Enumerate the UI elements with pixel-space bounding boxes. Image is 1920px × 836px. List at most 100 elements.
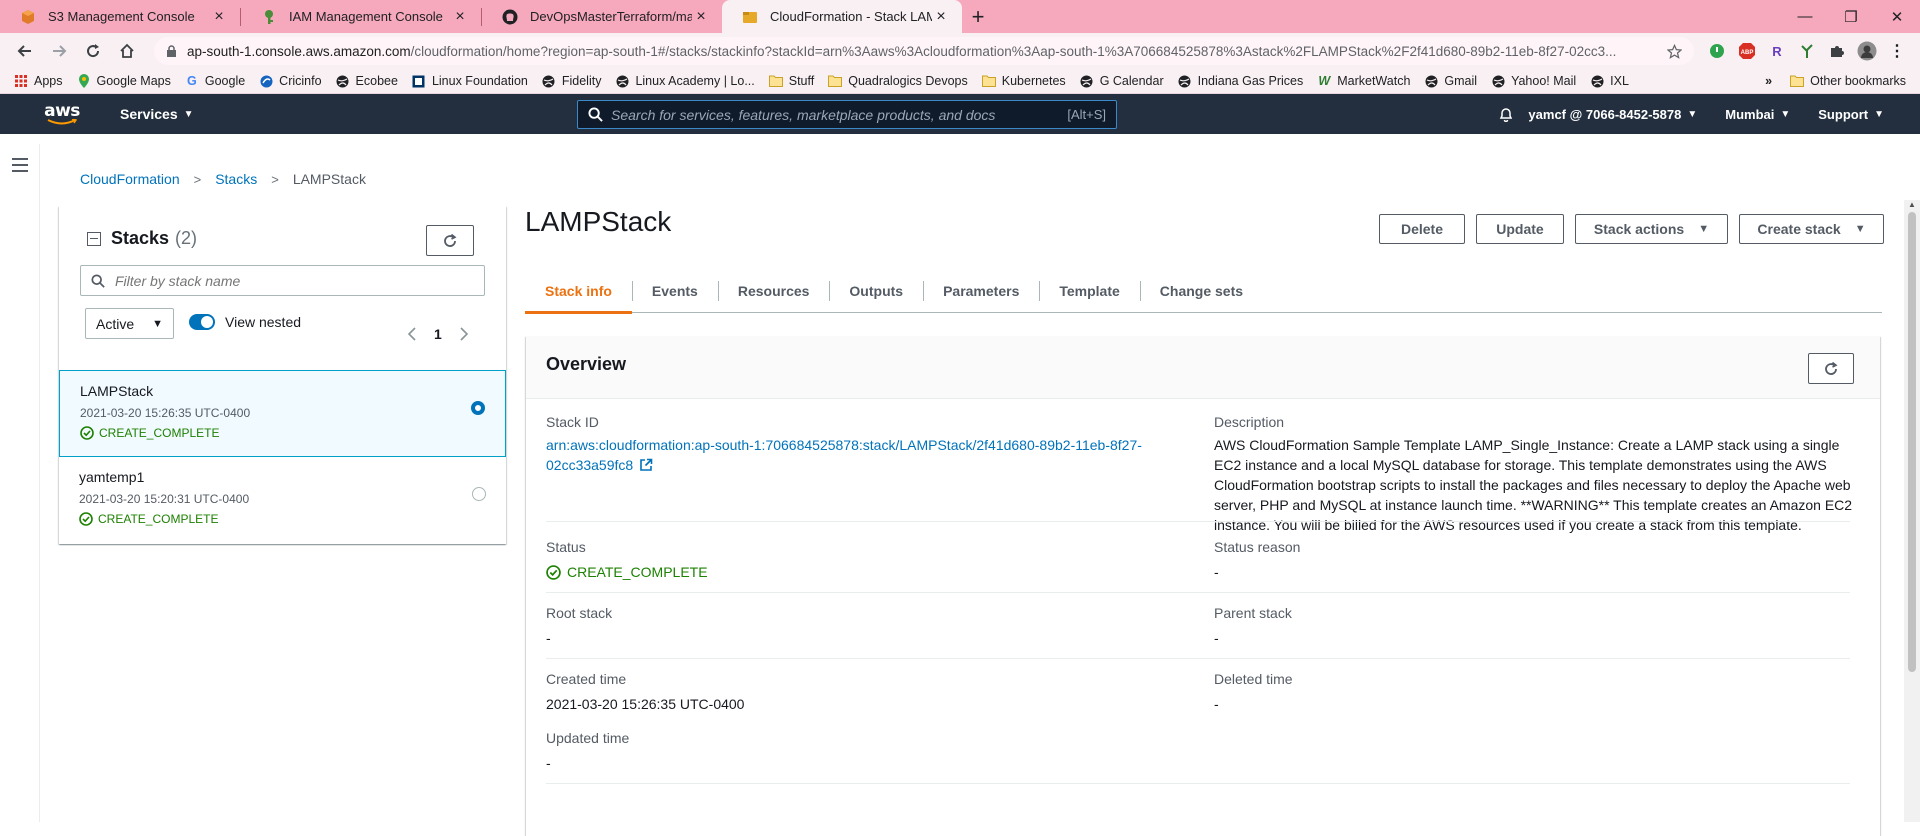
bookmark-marketwatch[interactable]: W MarketWatch (1317, 74, 1410, 88)
breadcrumb-stacks[interactable]: Stacks (215, 171, 257, 187)
close-icon[interactable]: × (451, 8, 469, 26)
forward-icon[interactable] (44, 36, 74, 66)
stack-id-link[interactable]: arn:aws:cloudformation:ap-south-1:706684… (546, 435, 1186, 475)
bookmark-star-icon[interactable] (1667, 43, 1682, 59)
restore-icon[interactable]: ❐ (1828, 0, 1874, 33)
close-icon[interactable]: × (932, 8, 950, 26)
notifications-bell-icon[interactable] (1498, 106, 1514, 122)
caret-down-icon: ▼ (1687, 108, 1698, 120)
account-menu[interactable]: yamcf @ 7066-8452-5878 ▼ (1528, 107, 1697, 122)
other-bookmarks-folder[interactable]: Other bookmarks (1790, 74, 1906, 88)
view-nested-toggle[interactable]: View nested (189, 314, 301, 330)
stack-status: CREATE_COMPLETE (79, 512, 506, 526)
stack-radio-selected[interactable] (471, 401, 485, 415)
bookmark-indiana-gas[interactable]: Indiana Gas Prices (1178, 74, 1303, 88)
adblock-plus-icon[interactable]: ABP (1732, 37, 1762, 65)
close-icon[interactable]: × (210, 8, 228, 26)
support-menu[interactable]: Support ▼ (1818, 107, 1884, 122)
address-bar[interactable]: ap-south-1.console.aws.amazon.com/cloudf… (154, 37, 1694, 65)
stacks-refresh-button[interactable] (426, 225, 474, 256)
field-label: Created time (546, 671, 627, 687)
region-menu[interactable]: Mumbai ▼ (1725, 107, 1790, 122)
pagination: 1 (408, 326, 468, 342)
tab-events[interactable]: Events (631, 269, 718, 313)
aws-logo[interactable]: aws (36, 102, 88, 126)
chevron-left-icon[interactable] (408, 327, 416, 341)
bookmark-ixl[interactable]: IXL (1590, 74, 1629, 88)
browser-menu-icon[interactable]: ⋮ (1882, 37, 1912, 65)
browser-tab-github[interactable]: DevOpsMasterTerraform/main.tf × (482, 0, 722, 33)
page-scrollbar[interactable]: ▲ (1904, 200, 1920, 822)
more-bookmarks-button[interactable]: » (1765, 74, 1772, 88)
tab-change-sets[interactable]: Change sets (1139, 269, 1263, 313)
bookmark-fidelity[interactable]: Fidelity (542, 74, 601, 88)
chevron-right-icon: > (271, 171, 279, 187)
hamburger-menu-icon[interactable] (12, 158, 28, 172)
breadcrumb-cloudformation[interactable]: CloudFormation (80, 171, 180, 187)
bookmark-folder-quadralogics[interactable]: Quadralogics Devops (828, 74, 968, 88)
stack-filter-input[interactable] (80, 265, 485, 296)
tab-template[interactable]: Template (1039, 269, 1139, 313)
stack-row-lampstack[interactable]: LAMPStack 2021-03-20 15:26:35 UTC-0400 C… (59, 370, 506, 457)
minimize-icon[interactable]: — (1782, 0, 1828, 33)
status-filter-select[interactable]: Active ▼ (85, 308, 174, 339)
bookmark-google[interactable]: G Google (185, 74, 245, 88)
field-label: Description (1214, 414, 1285, 430)
tab-parameters[interactable]: Parameters (923, 269, 1039, 313)
create-stack-button[interactable]: Create stack ▼ (1739, 214, 1884, 244)
toggle-switch[interactable] (189, 314, 215, 330)
stacks-panel: Stacks (2) Active ▼ View nested 1 LAMPSt (59, 206, 506, 544)
stack-actions-button[interactable]: Stack actions ▼ (1575, 214, 1728, 244)
browser-tab-s3[interactable]: S3 Management Console × (0, 0, 240, 33)
back-icon[interactable] (10, 36, 40, 66)
extensions-puzzle-icon[interactable] (1822, 37, 1852, 65)
bookmark-linux-foundation[interactable]: Linux Foundation (412, 74, 528, 88)
bookmark-folder-kubernetes[interactable]: Kubernetes (981, 74, 1066, 88)
url-host: ap-south-1.console.aws.amazon.com (187, 43, 411, 59)
chevron-right-icon[interactable] (460, 327, 468, 341)
cloudformation-page: CloudFormation > Stacks > LAMPStack Stac… (0, 144, 1920, 836)
stack-id-text: arn:aws:cloudformation:ap-south-1:706684… (546, 437, 1142, 453)
bookmark-gmail[interactable]: Gmail (1424, 74, 1477, 88)
close-icon[interactable]: × (692, 8, 710, 26)
bookmark-cricinfo[interactable]: Cricinfo (259, 74, 322, 88)
bookmark-linux-academy[interactable]: Linux Academy | Lo... (615, 74, 755, 88)
bookmark-folder-stuff[interactable]: Stuff (768, 74, 814, 88)
aws-header-right: yamcf @ 7066-8452-5878 ▼ Mumbai ▼ Suppor… (1498, 94, 1920, 134)
bookmark-google-maps[interactable]: Google Maps (77, 74, 171, 88)
cricinfo-icon (259, 74, 273, 88)
stack-row-yamtemp1[interactable]: yamtemp1 2021-03-20 15:20:31 UTC-0400 CR… (59, 457, 506, 544)
profile-avatar-icon[interactable] (1852, 37, 1882, 65)
window-close-icon[interactable]: ✕ (1874, 0, 1920, 33)
tab-stack-info[interactable]: Stack info (525, 269, 632, 314)
delete-button[interactable]: Delete (1379, 214, 1465, 244)
browser-tab-iam[interactable]: IAM Management Console × (241, 0, 481, 33)
bookmark-ecobee[interactable]: Ecobee (336, 74, 398, 88)
bookmark-g-calendar[interactable]: G Calendar (1080, 74, 1164, 88)
extension-green-icon[interactable] (1702, 37, 1732, 65)
services-menu[interactable]: Services ▼ (120, 106, 194, 122)
bookmark-label: IXL (1610, 74, 1629, 88)
page-number[interactable]: 1 (434, 326, 442, 342)
extension-plant-icon[interactable] (1792, 37, 1822, 65)
scroll-up-icon[interactable]: ▲ (1908, 200, 1916, 209)
scrollbar-thumb[interactable] (1908, 212, 1916, 672)
folder-icon (828, 74, 843, 88)
aws-search-box[interactable]: Search for services, features, marketpla… (577, 100, 1117, 129)
update-button[interactable]: Update (1476, 214, 1564, 244)
reload-icon[interactable] (78, 36, 108, 66)
bookmark-apps[interactable]: Apps (14, 74, 63, 88)
browser-tab-cloudformation[interactable]: CloudFormation - Stack LAMPStack × (722, 0, 962, 33)
home-icon[interactable] (112, 36, 142, 66)
stack-radio[interactable] (472, 487, 486, 501)
overview-refresh-button[interactable] (1808, 353, 1854, 384)
stacks-panel-header: Stacks (2) (87, 228, 197, 249)
new-tab-button[interactable]: + (962, 0, 994, 33)
filter-text-field[interactable] (115, 272, 455, 289)
collapse-icon[interactable] (87, 231, 101, 246)
tab-outputs[interactable]: Outputs (829, 269, 923, 313)
bookmark-yahoo-mail[interactable]: Yahoo! Mail (1491, 74, 1576, 88)
extension-r-icon[interactable]: R (1762, 37, 1792, 65)
browser-tab-title: CloudFormation - Stack LAMPStack (770, 9, 932, 24)
tab-resources[interactable]: Resources (717, 269, 830, 313)
